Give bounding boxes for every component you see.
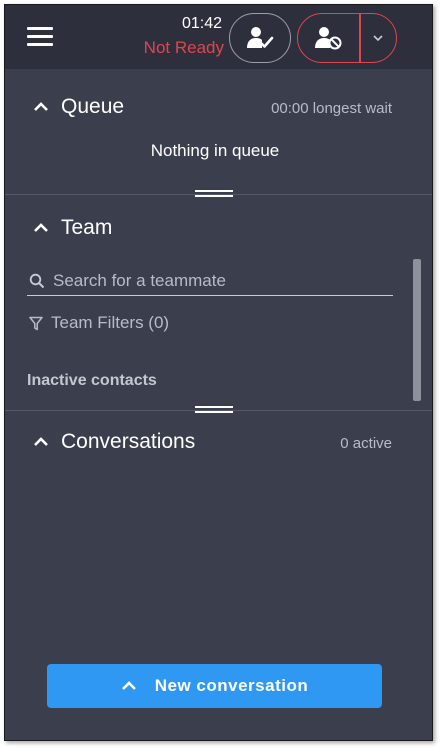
conversations-title: Conversations (61, 430, 196, 453)
chevron-up-icon (34, 102, 48, 111)
set-ready-button[interactable] (229, 13, 291, 63)
conversations-active-count: 0 active (340, 435, 392, 452)
section-divider (5, 194, 432, 195)
section-divider (5, 410, 432, 411)
status-dropdown-button[interactable] (360, 14, 396, 62)
agent-panel: 01:42 Not Ready Queue 00:00 longest wait… (4, 4, 433, 741)
inactive-contacts-label: Inactive contacts (27, 372, 157, 389)
team-filters-button[interactable]: Team Filters (0) (29, 311, 169, 335)
queue-longest-wait: 00:00 longest wait (271, 100, 392, 117)
filter-icon (29, 316, 43, 330)
chevron-down-icon (373, 35, 383, 42)
chevron-up-icon (34, 223, 48, 232)
team-filters-label: Team Filters (0) (51, 313, 170, 332)
not-ready-button-group (297, 13, 397, 63)
chevron-up-icon (121, 681, 136, 690)
new-conversation-button[interactable]: New conversation (47, 664, 382, 708)
conversations-section-header[interactable]: Conversations 0 active (5, 424, 432, 464)
set-not-ready-button[interactable] (298, 14, 358, 62)
queue-title: Queue (61, 95, 125, 118)
user-blocked-icon (315, 27, 342, 50)
search-icon (29, 273, 45, 289)
queue-empty-message: Nothing in queue (150, 141, 280, 160)
new-conversation-label: New conversation (154, 676, 309, 695)
chevron-up-icon (34, 437, 48, 446)
teammate-search-input[interactable] (51, 269, 385, 293)
top-bar: 01:42 Not Ready (5, 5, 432, 69)
team-title: Team (61, 216, 113, 239)
queue-section-header[interactable]: Queue 00:00 longest wait (5, 89, 432, 129)
team-section-header[interactable]: Team (5, 210, 432, 250)
teammate-search[interactable] (27, 267, 393, 296)
menu-icon[interactable] (27, 27, 53, 47)
status-timer: 01:42 (181, 15, 222, 32)
agent-status-label: Not Ready (143, 38, 224, 57)
user-check-icon (247, 27, 274, 48)
team-scrollbar[interactable] (413, 259, 421, 401)
